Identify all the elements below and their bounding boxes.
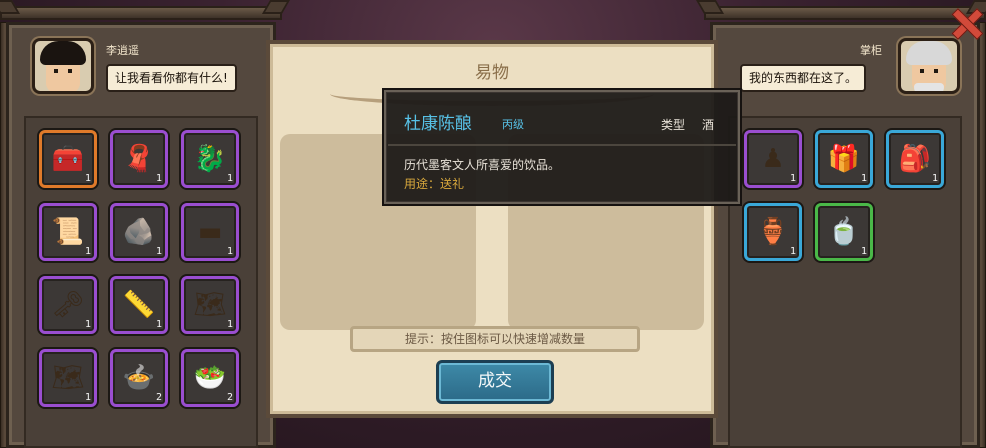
player-item-grid: 🧰 1 🧣 1 🐉 1 📜 1 🪨 1 ▬ 1 🗝 1 📏 1 🗺 1 🗺 1 🍲 2 🥗 2 [39, 130, 239, 407]
merchant-item-slot[interactable]: 🏺 1 [744, 203, 802, 261]
item-count: 1 [84, 246, 91, 257]
key-icon: 🗝 [51, 290, 85, 320]
stone-icon: 🪨 [122, 217, 156, 247]
merchant-name: 掌柜 [860, 44, 882, 57]
tooltip-description: 历代墨客文人所喜爱的饮品。 [404, 158, 561, 172]
item-count: 1 [931, 173, 938, 184]
item-count: 1 [860, 173, 867, 184]
player-item-slot[interactable]: 🪨 1 [110, 203, 168, 261]
item-count: 1 [226, 173, 233, 184]
tooltip-type-value: 酒 [702, 118, 715, 132]
tooltip-divider [388, 144, 736, 146]
tablet-icon: 📜 [51, 217, 85, 247]
tooltip-item-name: 杜康陈酿 [404, 114, 472, 134]
jade-cup-icon: 🍵 [827, 217, 861, 247]
wine-jar-icon: 🏺 [756, 217, 790, 247]
tooltip-item-grade: 丙级 [502, 118, 524, 131]
merchant-item-slot[interactable]: 🍵 1 [815, 203, 873, 261]
tooltip-type-label: 类型 [661, 118, 686, 132]
panel-roof [704, 6, 986, 20]
item-count: 1 [84, 173, 91, 184]
hint-text: 提示：按住图标可以快速增减数量 [350, 326, 640, 352]
item-count: 1 [226, 246, 233, 257]
item-count: 1 [155, 173, 162, 184]
merchant-speech-bubble: 我的东西都在这了。 [740, 64, 867, 92]
soup-bowl-icon: 🥗 [193, 363, 227, 393]
red-box-icon: 🎁 [827, 144, 861, 174]
item-count: 1 [226, 319, 233, 330]
player-inventory-panel: 李逍遥 让我看看你都有什么! 🧰 1 🧣 1 🐉 1 📜 1 🪨 1 ▬ 1 🗝 1 📏 1 🗺 1 🗺 1 🍲 2 🥗 2 [0, 0, 282, 448]
map-icon: 🗺 [51, 363, 85, 393]
player-item-slot[interactable]: ▬ 1 [181, 203, 239, 261]
player-avatar [32, 38, 94, 94]
bundle-icon: 🎒 [898, 144, 932, 174]
merchant-inventory-panel: 掌柜 我的东西都在这了。 ♟ 1 🎁 1 🎒 1 🏺 1 🍵 1 [704, 0, 986, 448]
merchant-item-slot[interactable]: 🎁 1 [815, 130, 873, 188]
panel-roof [0, 6, 282, 20]
item-count: 1 [860, 246, 867, 257]
player-item-slot[interactable]: 🗺 1 [39, 349, 97, 407]
player-item-slot[interactable]: 🧰 1 [39, 130, 97, 188]
player-item-slot[interactable]: 🥗 2 [181, 349, 239, 407]
treasure-chest-icon: 🧰 [51, 144, 85, 174]
trade-title: 易物 [475, 63, 509, 83]
dish-icon: 🍲 [122, 363, 156, 393]
merchant-item-slot[interactable]: 🎒 1 [886, 130, 944, 188]
player-item-slot[interactable]: 🍲 2 [110, 349, 168, 407]
iron-bar-icon: ▬ [197, 217, 223, 247]
item-count: 1 [84, 319, 91, 330]
item-count: 2 [226, 392, 233, 403]
player-item-slot[interactable]: 🐉 1 [181, 130, 239, 188]
item-count: 2 [155, 392, 162, 403]
item-count: 1 [789, 173, 796, 184]
item-count: 1 [789, 246, 796, 257]
scroll-icon: 📏 [122, 290, 156, 320]
player-speech-bubble: 让我看看你都有什么! [106, 64, 237, 92]
jade-figure-icon: ♟ [761, 144, 785, 174]
close-icon[interactable] [951, 8, 981, 38]
merchant-avatar [898, 38, 960, 94]
map-icon: 🗺 [193, 290, 227, 320]
player-item-slot[interactable]: 🗝 1 [39, 276, 97, 334]
player-item-slot[interactable]: 📏 1 [110, 276, 168, 334]
player-name: 李逍遥 [106, 44, 139, 57]
gold-ornament-icon: 🐉 [193, 144, 227, 174]
tooltip-use: 用途：送礼 [404, 177, 465, 191]
player-item-slot[interactable]: 🗺 1 [181, 276, 239, 334]
item-count: 1 [84, 392, 91, 403]
confirm-trade-button[interactable]: 成交 [436, 360, 554, 404]
merchant-item-slot[interactable]: ♟ 1 [744, 130, 802, 188]
item-count: 1 [155, 246, 162, 257]
merchant-item-grid: ♟ 1 🎁 1 🎒 1 🏺 1 🍵 1 [744, 130, 944, 261]
silk-cloth-icon: 🧣 [122, 144, 156, 174]
player-item-slot[interactable]: 📜 1 [39, 203, 97, 261]
item-count: 1 [155, 319, 162, 330]
player-item-slot[interactable]: 🧣 1 [110, 130, 168, 188]
item-tooltip: 杜康陈酿 丙级 类型 酒 历代墨客文人所喜爱的饮品。 用途：送礼 [384, 90, 740, 204]
